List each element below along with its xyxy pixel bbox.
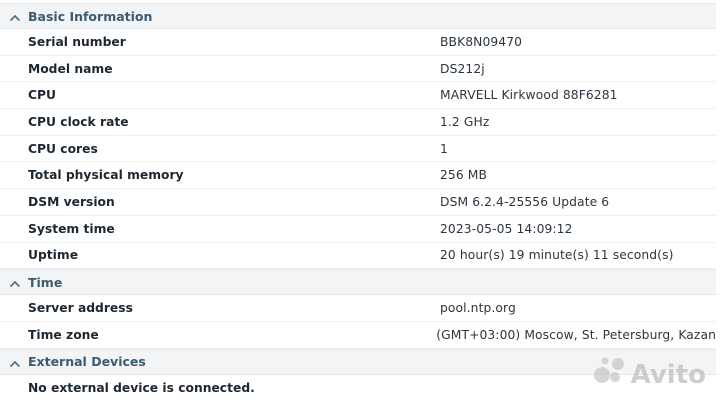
row-value: pool.ntp.org [440,301,516,316]
info-row-uptime: Uptime 20 hour(s) 19 minute(s) 11 second… [0,243,716,270]
info-panel: Basic Information Serial number BBK8N094… [0,3,716,401]
info-row-total-physical-memory: Total physical memory 256 MB [0,162,716,190]
no-external-device-message: No external device is connected. [28,380,255,395]
row-value: BBK8N09470 [440,34,523,49]
chevron-up-icon[interactable] [9,277,21,288]
avito-watermark: Avito [593,356,706,393]
row-label: CPU [28,88,57,103]
info-row-cpu-cores: CPU cores 1 [0,136,716,163]
row-value: 2023-05-05 14:09:12 [440,221,573,236]
row-label: System time [28,221,115,236]
row-label: Model name [28,61,113,76]
section-header-time[interactable]: Time [0,269,716,296]
row-value: MARVELL Kirkwood 88F6281 [440,88,618,103]
row-value: 1.2 GHz [440,114,490,129]
info-row-time-zone: Time zone (GMT+03:00) Moscow, St. Peters… [0,322,716,349]
info-row-dsm-version: DSM version DSM 6.2.4-25556 Update 6 [0,189,716,216]
row-label: Uptime [28,248,79,263]
section-title: Time [28,274,63,290]
row-label: Total physical memory [28,168,184,183]
row-value: 1 [440,141,448,156]
row-value: DSM 6.2.4-25556 Update 6 [440,194,610,209]
avito-logo-icon [593,356,627,393]
row-label: CPU clock rate [28,114,129,129]
chevron-up-icon[interactable] [9,11,21,22]
row-label: Time zone [28,327,99,342]
row-value: DS212j [440,61,485,76]
section-title: Basic Information [28,8,153,24]
info-row-cpu: CPU MARVELL Kirkwood 88F6281 [0,82,716,110]
row-label: Server address [28,301,133,316]
section-title: External Devices [28,354,146,370]
info-row-model-name: Model name DS212j [0,56,716,83]
section-header-basic-information[interactable]: Basic Information [0,3,716,29]
info-row-server-address: Server address pool.ntp.org [0,295,716,322]
row-label: Serial number [28,34,126,49]
row-value: 256 MB [440,168,488,183]
row-label: DSM version [28,194,115,209]
chevron-up-icon[interactable] [9,357,21,367]
info-row-cpu-clock-rate: CPU clock rate 1.2 GHz [0,109,716,136]
row-value: (GMT+03:00) Moscow, St. Petersburg, Kaza… [436,327,716,342]
row-label: CPU cores [28,141,98,156]
watermark-text: Avito [630,359,706,390]
info-row-system-time: System time 2023-05-05 14:09:12 [0,216,716,243]
row-value: 20 hour(s) 19 minute(s) 11 second(s) [440,248,674,263]
info-row-serial-number: Serial number BBK8N09470 [0,29,716,56]
